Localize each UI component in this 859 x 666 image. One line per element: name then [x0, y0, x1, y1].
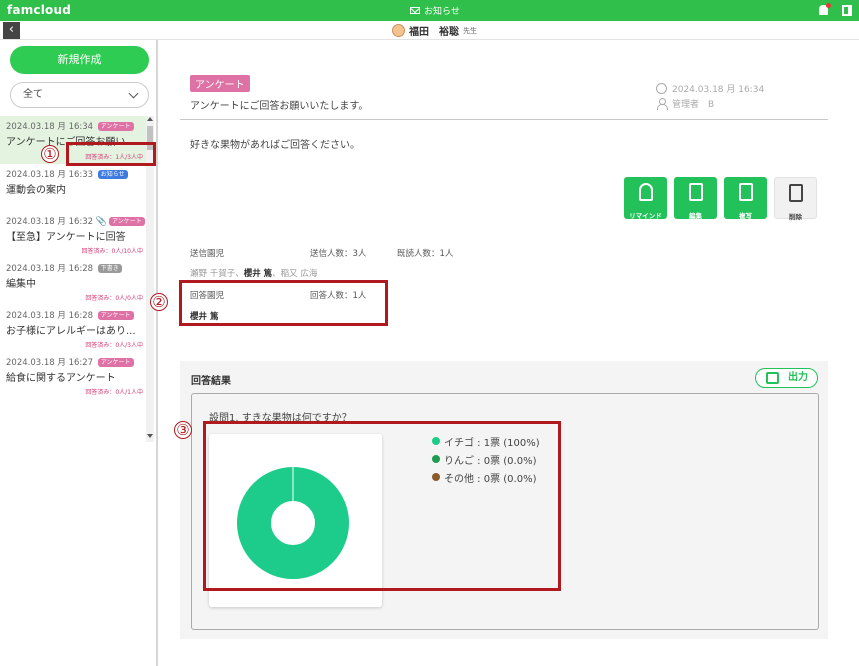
item-date-text: 2024.03.18 月 16:33 [6, 170, 94, 180]
remind-button[interactable]: リマインド [624, 177, 667, 220]
notice-link[interactable]: お知らせ [410, 4, 460, 17]
read-count: 既読人数：1人 [397, 249, 454, 259]
message-body: 好きな果物があればご回答ください。 [190, 140, 360, 151]
list-item[interactable]: 2024.03.18 月 16:28 アンケート お子様にアレルギーはあり... 回… [0, 305, 146, 352]
scroll-up-icon[interactable] [147, 117, 153, 121]
list-item[interactable]: 2024.03.18 月 16:32 📎 アンケート 【至急】アンケートに回答 回答済… [0, 211, 146, 258]
scroll-down-icon[interactable] [147, 434, 153, 438]
item-date-text: 2024.03.18 月 16:28 [6, 264, 94, 274]
paperclip-icon: 📎 [95, 217, 107, 227]
item-date-text: 2024.03.18 月 16:27 [6, 358, 94, 368]
annotation-box-2 [179, 280, 388, 326]
item-date: 2024.03.18 月 16:27 アンケート [6, 356, 140, 368]
item-date-text: 2024.03.18 月 16:34 [6, 122, 94, 132]
notification-dot [826, 3, 831, 8]
item-badge: アンケート [97, 122, 134, 131]
annotation-number-1: ① [41, 145, 59, 163]
top-bar: famcloud お知らせ [0, 0, 859, 21]
annotation-box-3 [203, 421, 561, 591]
export-label: 出力 [788, 372, 808, 383]
sub-bar: ‹ 福田 裕聡 先生 [0, 21, 859, 40]
clock-icon [656, 83, 667, 94]
list-item[interactable]: 2024.03.18 月 16:27 アンケート 給食に関するアンケート 回答済み：… [0, 352, 146, 399]
edit-label: 編集 [689, 212, 702, 220]
app-brand: famcloud [7, 3, 72, 17]
user-role: 先生 [463, 26, 477, 35]
bell-icon [638, 183, 653, 201]
list-item[interactable]: 2024.03.18 月 16:33 お知らせ 運動会の案内 [0, 164, 146, 211]
item-title: 給食に関するアンケート [6, 373, 116, 384]
annotation-box-1 [66, 142, 156, 166]
sent-names-answered: 櫻井 篤 [243, 269, 273, 279]
back-button[interactable]: ‹ [3, 22, 20, 39]
sent-names-post: 、稲又 広海 [272, 269, 318, 279]
item-title: 運動会の案内 [6, 185, 66, 196]
item-response: 回答済み：0人/10人中 [81, 248, 143, 255]
delete-button[interactable]: 削除 [774, 177, 817, 221]
person-icon [656, 98, 668, 110]
filter-select[interactable]: 全て [10, 82, 149, 108]
sent-names: 瀬野 千賀子、櫻井 篤、稲又 広海 [190, 267, 317, 279]
copy-icon [738, 183, 753, 201]
item-title: 【至急】アンケートに回答 [6, 232, 126, 243]
mail-icon [410, 7, 420, 14]
item-date: 2024.03.18 月 16:34 アンケート [6, 120, 140, 132]
sent-label: 送信園児 [190, 249, 225, 259]
item-badge: アンケート [97, 311, 134, 320]
item-date: 2024.03.18 月 16:32 📎 アンケート [6, 215, 145, 227]
message-datetime: 2024.03.18 月 16:34 [656, 82, 764, 95]
chevron-down-icon [128, 88, 139, 99]
new-message-button[interactable]: 新規作成 [10, 46, 149, 74]
user-name: 福田 裕聡 [409, 27, 459, 38]
item-badge: アンケート [97, 358, 134, 367]
logout-icon[interactable] [842, 5, 852, 16]
item-response: 回答済み：0人/0人中 [85, 295, 143, 302]
annotation-number-3: ③ [174, 421, 192, 439]
item-response: 回答済み：0人/1人中 [85, 389, 143, 396]
annotation-number-2: ② [150, 293, 168, 311]
printer-icon [766, 372, 779, 384]
export-button[interactable]: 出力 [755, 368, 818, 388]
remind-label: リマインド [629, 212, 662, 220]
item-date-text: 2024.03.18 月 16:28 [6, 311, 94, 321]
item-date: 2024.03.18 月 16:28 下書き [6, 262, 140, 274]
message-subject: アンケートにご回答お願いいたします。 [190, 101, 369, 112]
item-response: 回答済み：0人/3人中 [85, 342, 143, 349]
message-author: 管理者 B [656, 97, 714, 110]
sidebar: 新規作成 全て 2024.03.18 月 16:34 アンケート アンケートにご回… [0, 40, 158, 666]
copy-label: 複写 [739, 212, 752, 220]
item-title: 編集中 [6, 279, 36, 290]
item-date-text: 2024.03.18 月 16:32 [6, 217, 94, 227]
item-date: 2024.03.18 月 16:28 アンケート [6, 309, 140, 321]
delete-label: 削除 [789, 213, 802, 221]
item-title: お子様にアレルギーはあり... [6, 326, 136, 337]
current-user: 福田 裕聡 先生 [392, 23, 477, 38]
item-date: 2024.03.18 月 16:33 お知らせ [6, 168, 140, 180]
item-badge: アンケート [109, 217, 145, 226]
filter-value: 全て [23, 89, 43, 100]
sent-count: 送信人数：3人 [310, 249, 367, 259]
avatar [392, 24, 405, 37]
edit-button[interactable]: 編集 [674, 177, 717, 220]
item-badge: お知らせ [97, 170, 128, 179]
author-text: 管理者 B [672, 100, 715, 110]
datetime-text: 2024.03.18 月 16:34 [672, 85, 765, 95]
trash-icon [788, 184, 803, 202]
header-divider [180, 119, 828, 120]
message-type-tag: アンケート [190, 75, 250, 92]
results-title: 回答結果 [191, 376, 231, 387]
edit-icon [688, 183, 703, 201]
notice-label: お知らせ [424, 7, 460, 17]
copy-button[interactable]: 複写 [724, 177, 767, 220]
list-item[interactable]: 2024.03.18 月 16:28 下書き 編集中 回答済み：0人/0人中 [0, 258, 146, 305]
sent-names-pre: 瀬野 千賀子、 [190, 269, 244, 279]
item-badge: 下書き [97, 264, 122, 273]
